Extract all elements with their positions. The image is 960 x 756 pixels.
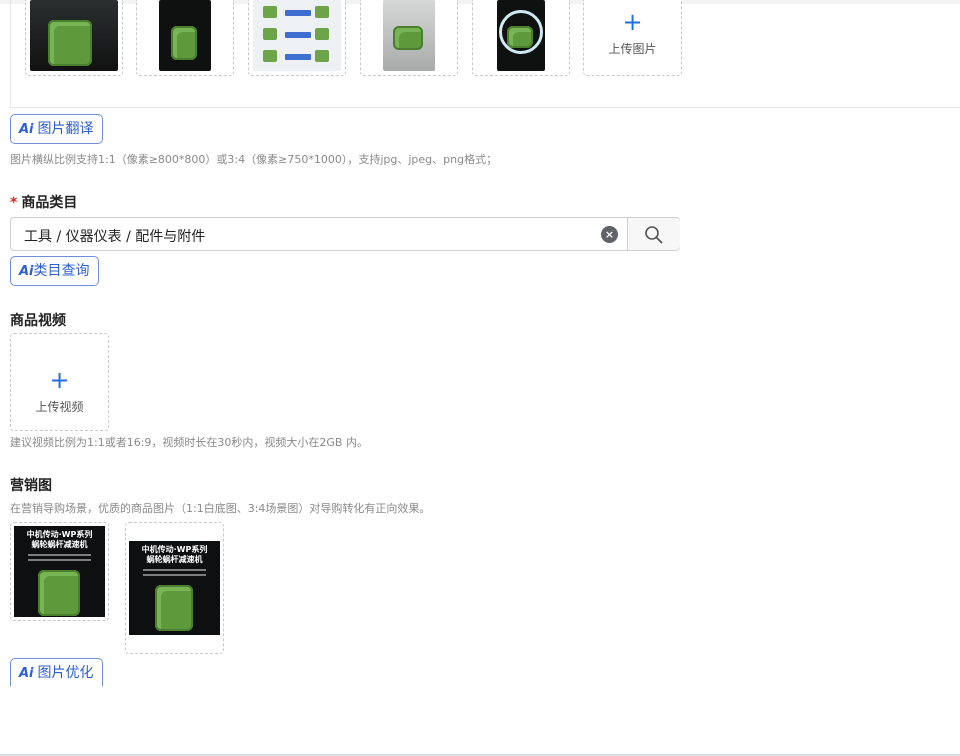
image-optimize-button[interactable]: Ai 图片优化 (10, 658, 103, 686)
reducer-graphic (38, 570, 80, 616)
ai-logo-icon: Ai (19, 122, 34, 137)
image-optimize-label: 图片优化 (37, 665, 94, 681)
reducer-graphic (171, 26, 197, 60)
product-image-5-photo (497, 0, 545, 71)
reducer-graphic (48, 20, 92, 66)
reducer-graphic (393, 26, 423, 50)
category-query-button[interactable]: Ai类目查询 (10, 256, 99, 286)
reducer-graphic (507, 26, 533, 48)
poster-subtitle-bar (143, 569, 206, 571)
ai-logo-icon: Ai (19, 666, 34, 681)
poster-title: 中机传动·WP系列 蜗轮蜗杆减速机 (14, 530, 105, 550)
product-image-3-photo (253, 0, 341, 71)
poster-subtitle-bar (143, 574, 206, 576)
poster-title-line2: 蜗轮蜗杆减速机 (146, 555, 203, 564)
required-mark: * (10, 195, 18, 211)
marketing-poster-portrait: 中机传动·WP系列 蜗轮蜗杆减速机 (129, 541, 220, 635)
grid-item (263, 50, 277, 62)
upload-video-button[interactable]: + 上传视频 (10, 333, 109, 431)
category-value: 工具 / 仪器仪表 / 配件与附件 (24, 229, 206, 245)
image-translate-label: 图片翻译 (37, 121, 94, 137)
ai-logo-icon: Ai (19, 264, 34, 279)
poster-title-line2: 蜗轮蜗杆减速机 (31, 540, 88, 549)
marketing-image-square[interactable]: 中机传动·WP系列 蜗轮蜗杆减速机 (10, 522, 109, 621)
video-hint: 建议视频比例为1:1或者16:9，视频时长在30秒内，视频大小在2GB 内。 (10, 436, 368, 449)
marketing-image-portrait[interactable]: 中机传动·WP系列 蜗轮蜗杆减速机 (125, 522, 224, 654)
search-icon (645, 226, 663, 244)
marketing-label: 营销图 (10, 478, 52, 494)
grid-item (315, 6, 329, 18)
poster-subtitle-bar (28, 559, 91, 561)
product-image-5[interactable] (472, 0, 570, 76)
product-image-4-photo (383, 0, 435, 71)
upload-video-label: 上传视频 (35, 400, 84, 414)
poster-title-line1: 中机传动·WP系列 (26, 530, 93, 539)
category-label: * 商品类目 (10, 192, 77, 212)
clear-icon[interactable]: × (601, 226, 618, 243)
category-search-button[interactable] (627, 218, 680, 250)
plus-icon: + (622, 8, 643, 36)
category-query-label: 类目查询 (33, 263, 90, 279)
product-image-1-photo (30, 0, 118, 71)
grid-label-bar (285, 10, 311, 16)
grid-item (315, 28, 329, 40)
video-label: 商品视频 (10, 313, 66, 329)
marketing-hint: 在营销导购场景，优质的商品图片（1:1白底图、3:4场景图）对导购转化有正向效果… (10, 502, 431, 515)
product-image-1[interactable] (25, 0, 123, 76)
poster-subtitle-bar (28, 554, 91, 556)
upload-image-button[interactable]: + 上传图片 (583, 0, 682, 76)
product-images-panel: + 上传图片 (10, 0, 960, 108)
grid-label-bar (285, 54, 311, 60)
poster-title-line1: 中机传动·WP系列 (141, 545, 208, 554)
image-ratio-hint: 图片横纵比例支持1:1（像素≥800*800）或3:4（像素≥750*1000）… (10, 153, 498, 166)
product-image-2[interactable] (136, 0, 234, 76)
grid-item (263, 28, 277, 40)
product-image-3[interactable] (248, 0, 346, 76)
product-image-2-photo (159, 0, 211, 71)
category-label-text: 商品类目 (21, 195, 78, 211)
product-image-4[interactable] (360, 0, 458, 76)
reducer-graphic (155, 585, 193, 631)
marketing-poster-square: 中机传动·WP系列 蜗轮蜗杆减速机 (14, 526, 105, 617)
grid-item (263, 6, 277, 18)
upload-image-label: 上传图片 (608, 42, 657, 56)
grid-label-bar (285, 32, 311, 38)
category-select[interactable]: 工具 / 仪器仪表 / 配件与附件 × (10, 217, 680, 251)
grid-item (315, 50, 329, 62)
plus-icon: + (49, 366, 70, 394)
image-translate-button[interactable]: Ai 图片翻译 (10, 114, 103, 144)
poster-title: 中机传动·WP系列 蜗轮蜗杆减速机 (129, 545, 220, 565)
